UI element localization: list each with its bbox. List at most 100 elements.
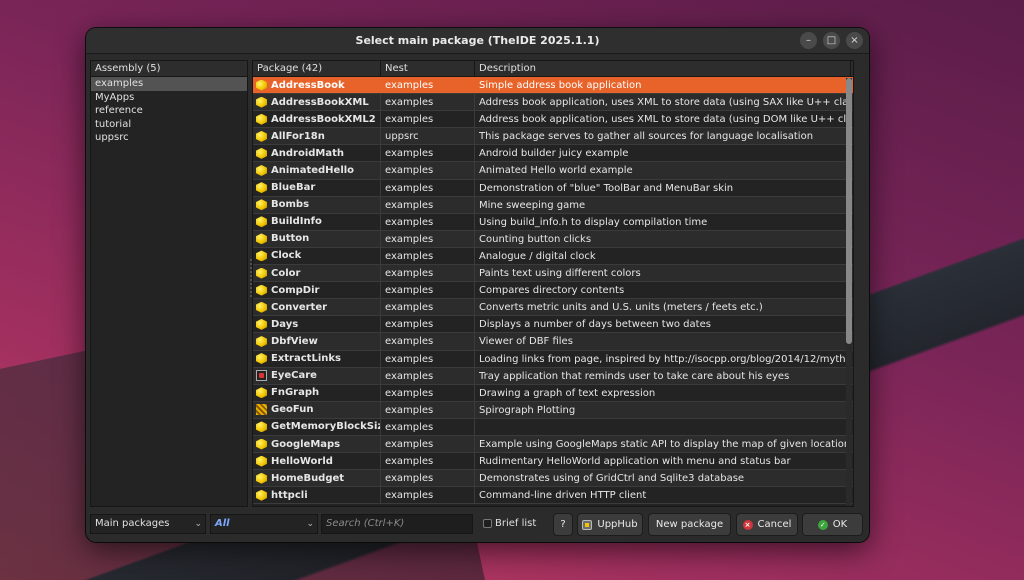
package-name: GeoFun	[271, 404, 314, 416]
upphub-button[interactable]: UppHub	[577, 513, 643, 536]
table-row[interactable]: AndroidMath examples Android builder juicy…	[253, 145, 853, 163]
table-row[interactable]: GetMemoryBlockSize examples	[253, 418, 853, 436]
table-row[interactable]: Clock examples Analogue / digital clock	[253, 247, 853, 266]
package-nest-cell: examples	[381, 213, 475, 230]
assembly-item[interactable]: tutorial	[91, 118, 247, 132]
package-description-cell: Using build_info.h to display compilatio…	[475, 213, 851, 230]
package-name-cell: EyeCare	[253, 367, 381, 384]
table-row[interactable]: GeoFun examples Spirograph Plotting	[253, 401, 853, 419]
package-name-cell: Days	[253, 316, 381, 333]
table-row[interactable]: HelloWorld examples Rudimentary HelloWorld…	[253, 453, 853, 471]
new-package-button[interactable]: New package	[648, 513, 731, 536]
package-name: Color	[271, 267, 301, 279]
table-row[interactable]: Color examples Paints text using different…	[253, 265, 853, 283]
table-row[interactable]: ExtractLinks examples Loading links from p…	[253, 350, 853, 368]
table-row[interactable]: CompDir examples Compares directory conten…	[253, 282, 853, 300]
package-nest-cell: examples	[381, 316, 475, 333]
package-nest-cell: uppsrc	[381, 128, 475, 145]
assembly-item[interactable]: uppsrc	[91, 131, 247, 145]
package-name: AndroidMath	[271, 147, 345, 159]
upphub-label: UppHub	[597, 519, 638, 530]
package-name: Bombs	[271, 199, 310, 211]
help-button[interactable]: ?	[553, 513, 573, 536]
table-row[interactable]: Bombs examples Mine sweeping game	[253, 196, 853, 214]
package-nest-cell: examples	[381, 265, 475, 282]
table-row[interactable]: AddressBookXML2 examples Address book appl…	[253, 111, 853, 129]
package-description-cell: Spirograph Plotting	[475, 401, 851, 418]
table-row[interactable]: AllFor18n uppsrc This package serves to ga…	[253, 128, 853, 146]
table-row[interactable]: BuildInfo examples Using build_info.h to d…	[253, 213, 853, 231]
column-header-nest[interactable]: Nest	[381, 61, 475, 76]
package-nest-cell: examples	[381, 196, 475, 213]
package-name: GetMemoryBlockSize	[271, 421, 381, 433]
package-filter-dropdown[interactable]: Main packages ⌄	[90, 514, 206, 534]
package-icon	[256, 130, 267, 142]
package-description-cell: Displays a number of days between two da…	[475, 316, 851, 333]
geo-icon	[256, 404, 267, 416]
table-row[interactable]: AddressBookXML examples Address book appli…	[253, 94, 853, 112]
package-icon	[256, 489, 267, 501]
cancel-icon: ×	[742, 519, 753, 530]
table-row[interactable]: AnimatedHello examples Animated Hello worl…	[253, 162, 853, 180]
assembly-item[interactable]: MyApps	[91, 91, 247, 105]
package-description-cell: Rudimentary HelloWorld application with …	[475, 453, 851, 470]
package-nest-cell: examples	[381, 282, 475, 299]
package-icon	[256, 199, 267, 211]
column-header-package[interactable]: Package (42)	[253, 61, 381, 76]
package-nest-cell: examples	[381, 418, 475, 435]
table-row[interactable]: BlueBar examples Demonstration of "blue" T…	[253, 179, 853, 197]
select-package-dialog: Select main package (TheIDE 2025.1.1) – …	[86, 28, 869, 542]
assembly-item[interactable]: reference	[91, 104, 247, 118]
scrollbar-thumb[interactable]	[846, 78, 852, 344]
cancel-button[interactable]: × Cancel	[736, 513, 798, 536]
package-description-cell: Mine sweeping game	[475, 196, 851, 213]
close-button[interactable]: ×	[846, 32, 863, 49]
package-icon	[256, 284, 267, 296]
table-row[interactable]: DbfView examples Viewer of DBF files	[253, 333, 853, 351]
table-row[interactable]: AddressBook examples Simple address book a…	[253, 77, 853, 95]
ok-button[interactable]: ✓ OK	[802, 513, 863, 536]
package-icon	[256, 165, 267, 177]
brief-list-checkbox[interactable]: Brief list	[483, 518, 536, 529]
package-name: Clock	[271, 250, 302, 262]
package-nest-cell: examples	[381, 162, 475, 179]
table-row[interactable]: FnGraph examples Drawing a graph of text e…	[253, 384, 853, 402]
table-row[interactable]: Days examples Displays a number of days be…	[253, 316, 853, 334]
search-input[interactable]: Search (Ctrl+K)	[321, 514, 473, 534]
assembly-header[interactable]: Assembly (5)	[91, 61, 247, 77]
table-row[interactable]: httpcli examples Command-line driven HTTP …	[253, 487, 853, 505]
maximize-button[interactable]: □	[823, 32, 840, 49]
package-name-cell: httpcli	[253, 487, 381, 504]
package-name: AddressBookXML2	[271, 113, 376, 125]
table-row[interactable]: HomeBudget examples Demonstrates using of …	[253, 470, 853, 488]
minimize-button[interactable]: –	[800, 32, 817, 49]
package-icon	[256, 250, 267, 262]
checkbox-box[interactable]	[483, 519, 492, 528]
new-package-label: New package	[655, 519, 724, 530]
package-name-cell: GetMemoryBlockSize	[253, 418, 381, 435]
table-row[interactable]: EyeCare examples Tray application that rem…	[253, 367, 853, 385]
package-description-cell: Tray application that reminds user to ta…	[475, 367, 851, 384]
package-icon	[256, 79, 267, 91]
package-name: Converter	[271, 301, 328, 313]
package-nest-cell: examples	[381, 453, 475, 470]
package-nest-cell: examples	[381, 230, 475, 247]
package-icon	[256, 335, 267, 347]
package-name-cell: ExtractLinks	[253, 350, 381, 367]
nest-filter-dropdown[interactable]: All ⌄	[210, 514, 318, 534]
column-header-description[interactable]: Description	[475, 61, 851, 76]
package-description-cell: Address book application, uses XML to st…	[475, 111, 851, 128]
package-nest-cell: examples	[381, 487, 475, 504]
package-description-cell: Drawing a graph of text expression	[475, 384, 851, 401]
package-name-cell: AddressBookXML	[253, 94, 381, 111]
package-rows: AddressBook examples Simple address book a…	[253, 77, 853, 505]
vertical-scrollbar[interactable]	[846, 78, 852, 506]
table-row[interactable]: Button examples Counting button clicks	[253, 230, 853, 248]
table-row[interactable]: Converter examples Converts metric units a…	[253, 299, 853, 317]
table-row[interactable]: GoogleMaps examples Example using GoogleMa…	[253, 435, 853, 454]
cancel-label: Cancel	[757, 519, 792, 530]
assembly-item[interactable]: examples	[91, 77, 247, 91]
package-nest-cell: examples	[381, 350, 475, 367]
package-name: AddressBookXML	[271, 96, 369, 108]
package-name-cell: AddressBook	[253, 77, 381, 94]
